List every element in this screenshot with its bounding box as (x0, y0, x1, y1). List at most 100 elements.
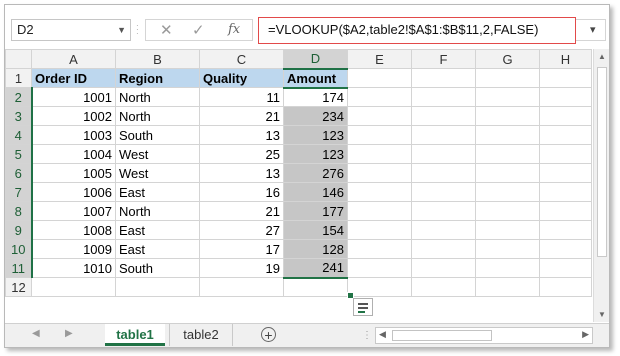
empty-cell[interactable] (411, 106, 476, 126)
cell-order-id[interactable]: 1005 (31, 163, 116, 183)
cell-order-id[interactable]: 1003 (31, 125, 116, 145)
column-header-c[interactable]: C (199, 49, 284, 69)
empty-cell[interactable] (347, 144, 412, 164)
column-header-a[interactable]: A (31, 49, 116, 69)
empty-cell[interactable] (539, 106, 592, 126)
empty-cell[interactable] (411, 163, 476, 183)
column-header-d[interactable]: D (283, 49, 348, 70)
empty-cell[interactable] (199, 277, 284, 297)
horizontal-scroll-thumb[interactable] (392, 330, 492, 341)
empty-cell[interactable] (539, 87, 592, 107)
cell-region[interactable]: East (115, 220, 200, 240)
empty-cell[interactable] (411, 182, 476, 202)
empty-cell[interactable] (411, 277, 476, 297)
cell-quality[interactable]: 13 (199, 125, 284, 145)
cell-amount[interactable]: 276 (283, 163, 348, 183)
empty-cell[interactable] (411, 68, 476, 88)
empty-cell[interactable] (347, 220, 412, 240)
empty-cell[interactable] (539, 68, 592, 88)
empty-cell[interactable] (347, 87, 412, 107)
cell-region[interactable]: North (115, 106, 200, 126)
cell-region[interactable]: West (115, 144, 200, 164)
empty-cell[interactable] (475, 182, 540, 202)
cell-region[interactable]: North (115, 201, 200, 221)
vertical-scrollbar[interactable]: ▲ ▼ (593, 49, 609, 322)
column-header-f[interactable]: F (411, 49, 476, 69)
cell-quality[interactable]: 25 (199, 144, 284, 164)
cell-quality[interactable]: 21 (199, 201, 284, 221)
cell-quality[interactable]: 13 (199, 163, 284, 183)
column-header-e[interactable]: E (347, 49, 412, 69)
expand-formula-bar-icon[interactable]: ▾ (590, 23, 596, 36)
empty-cell[interactable] (539, 182, 592, 202)
horizontal-scrollbar[interactable]: ◀ ▶ (375, 327, 593, 344)
scroll-down-icon[interactable]: ▼ (598, 310, 606, 319)
row-header[interactable]: 2 (5, 87, 33, 107)
empty-cell[interactable] (539, 258, 592, 278)
cell-quality[interactable]: 16 (199, 182, 284, 202)
cell-order-id[interactable]: 1002 (31, 106, 116, 126)
column-header-b[interactable]: B (115, 49, 200, 69)
empty-cell[interactable] (475, 201, 540, 221)
empty-cell[interactable] (475, 163, 540, 183)
row-header[interactable]: 10 (5, 239, 33, 259)
empty-cell[interactable] (475, 239, 540, 259)
cell-quality[interactable]: 21 (199, 106, 284, 126)
sheet-tab-table2[interactable]: table2 (169, 324, 233, 346)
empty-cell[interactable] (475, 106, 540, 126)
cell-order-id[interactable]: 1004 (31, 144, 116, 164)
cell-amount[interactable]: 146 (283, 182, 348, 202)
empty-cell[interactable] (539, 144, 592, 164)
row-header[interactable]: 12 (5, 277, 32, 297)
header-cell-amount[interactable]: Amount (283, 68, 348, 88)
empty-cell[interactable] (347, 182, 412, 202)
empty-cell[interactable] (539, 277, 592, 297)
empty-cell[interactable] (411, 201, 476, 221)
cell-region[interactable]: South (115, 125, 200, 145)
cell-order-id[interactable]: 1010 (31, 258, 116, 278)
scroll-up-icon[interactable]: ▲ (598, 52, 606, 61)
empty-cell[interactable] (411, 258, 476, 278)
cell-region[interactable]: North (115, 87, 200, 107)
row-header[interactable]: 9 (5, 220, 33, 240)
empty-cell[interactable] (347, 258, 412, 278)
empty-cell[interactable] (475, 125, 540, 145)
cell-order-id[interactable]: 1006 (31, 182, 116, 202)
column-header-g[interactable]: G (475, 49, 540, 69)
cell-amount[interactable]: 123 (283, 144, 348, 164)
empty-cell[interactable] (539, 220, 592, 240)
empty-cell[interactable] (475, 144, 540, 164)
empty-cell[interactable] (539, 201, 592, 221)
empty-cell[interactable] (539, 125, 592, 145)
empty-cell[interactable] (475, 68, 540, 88)
empty-cell[interactable] (475, 220, 540, 240)
empty-cell[interactable] (411, 125, 476, 145)
check-icon[interactable]: ✓ (192, 21, 205, 39)
column-header-h[interactable]: H (539, 49, 592, 69)
cell-amount[interactable]: 123 (283, 125, 348, 145)
quick-analysis-icon[interactable] (353, 298, 373, 316)
empty-cell[interactable] (475, 277, 540, 297)
cell-quality[interactable]: 27 (199, 220, 284, 240)
scroll-right-icon[interactable]: ▶ (582, 329, 589, 340)
row-header[interactable]: 11 (5, 258, 33, 278)
empty-cell[interactable] (347, 106, 412, 126)
tab-split-handle-icon[interactable]: ⋮ (362, 330, 372, 341)
cancel-icon[interactable]: ✕ (160, 21, 173, 39)
empty-cell[interactable] (347, 201, 412, 221)
row-header[interactable]: 1 (5, 68, 32, 88)
formula-input[interactable]: =VLOOKUP($A2,table2!$A$1:$B$11,2,FALSE) (258, 17, 576, 44)
empty-cell[interactable] (347, 277, 412, 297)
row-header[interactable]: 3 (5, 106, 33, 126)
add-sheet-icon[interactable]: + (261, 327, 276, 342)
row-header[interactable]: 8 (5, 201, 33, 221)
cell-amount[interactable]: 241 (283, 258, 348, 279)
cell-region[interactable]: West (115, 163, 200, 183)
cell-amount[interactable]: 128 (283, 239, 348, 259)
vertical-scroll-thumb[interactable] (597, 67, 607, 257)
cell-quality[interactable]: 11 (199, 87, 284, 107)
cell-region[interactable]: East (115, 182, 200, 202)
drag-handle-icon[interactable]: · · · (136, 22, 139, 38)
previous-sheet-icon[interactable]: ◀ (32, 328, 40, 339)
active-cell-amount[interactable]: 174 (283, 86, 348, 107)
